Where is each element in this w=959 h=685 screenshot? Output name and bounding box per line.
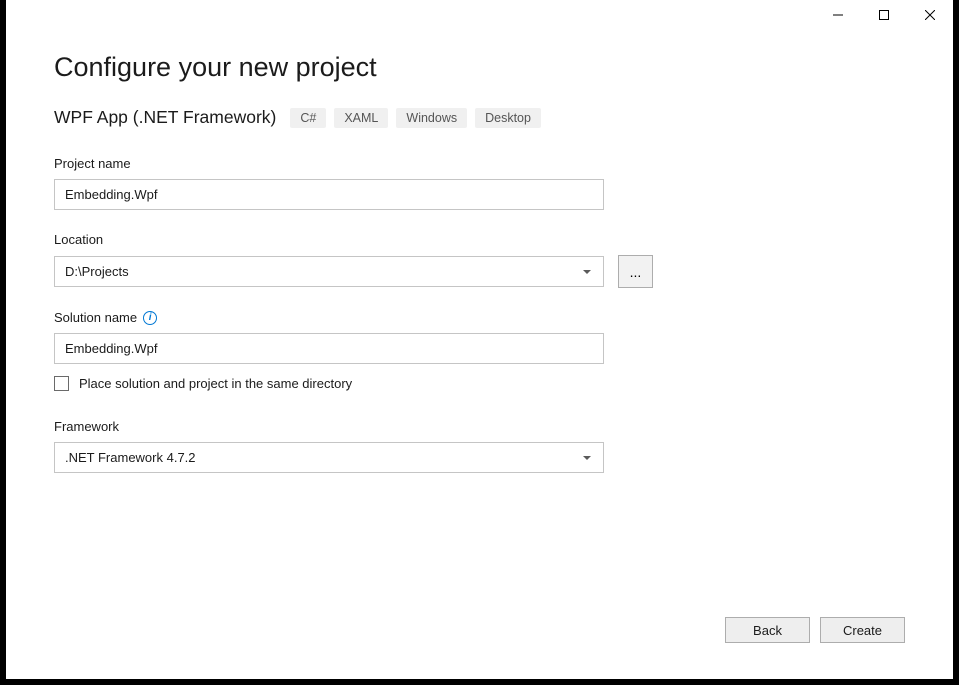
info-icon[interactable]: i (143, 311, 157, 325)
close-button[interactable] (907, 0, 953, 30)
solution-name-label: Solution name i (54, 310, 905, 325)
framework-value: .NET Framework 4.7.2 (65, 450, 196, 465)
tag-windows: Windows (396, 108, 467, 128)
create-button[interactable]: Create (820, 617, 905, 643)
same-directory-row: Place solution and project in the same d… (54, 376, 905, 391)
dialog-window: Configure your new project WPF App (.NET… (6, 0, 953, 679)
solution-name-block: Solution name i Place solution and proje… (54, 310, 905, 391)
framework-block: Framework .NET Framework 4.7.2 (54, 419, 905, 473)
solution-name-label-text: Solution name (54, 310, 137, 325)
same-directory-checkbox[interactable] (54, 376, 69, 391)
minimize-icon (833, 10, 843, 20)
project-name-block: Project name (54, 156, 905, 210)
chevron-down-icon (583, 270, 591, 274)
template-tags: C# XAML Windows Desktop (290, 108, 541, 128)
minimize-button[interactable] (815, 0, 861, 30)
location-value: D:\Projects (65, 264, 129, 279)
close-icon (925, 10, 935, 20)
project-name-label: Project name (54, 156, 905, 171)
location-label: Location (54, 232, 905, 247)
content-area: Configure your new project WPF App (.NET… (6, 32, 953, 617)
location-combobox[interactable]: D:\Projects (54, 256, 604, 287)
framework-combobox[interactable]: .NET Framework 4.7.2 (54, 442, 604, 473)
same-directory-label: Place solution and project in the same d… (79, 376, 352, 391)
chevron-down-icon (583, 456, 591, 460)
back-button[interactable]: Back (725, 617, 810, 643)
maximize-button[interactable] (861, 0, 907, 30)
page-title: Configure your new project (54, 52, 905, 83)
template-row: WPF App (.NET Framework) C# XAML Windows… (54, 107, 905, 128)
location-block: Location D:\Projects ... (54, 232, 905, 288)
project-name-input[interactable] (54, 179, 604, 210)
tag-xaml: XAML (334, 108, 388, 128)
title-bar (6, 0, 953, 32)
tag-desktop: Desktop (475, 108, 541, 128)
maximize-icon (879, 10, 889, 20)
browse-button[interactable]: ... (618, 255, 653, 288)
template-name: WPF App (.NET Framework) (54, 107, 276, 128)
solution-name-input[interactable] (54, 333, 604, 364)
tag-csharp: C# (290, 108, 326, 128)
footer: Back Create (6, 617, 953, 679)
framework-label: Framework (54, 419, 905, 434)
